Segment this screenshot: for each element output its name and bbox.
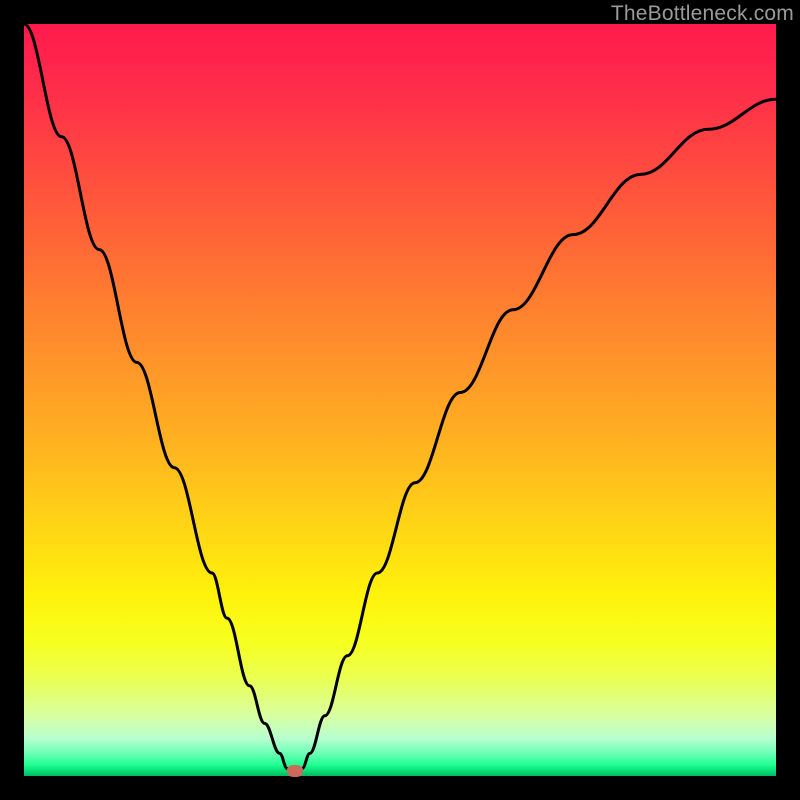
optimal-point-marker <box>287 765 303 777</box>
bottleneck-curve <box>24 24 776 776</box>
chart-frame <box>24 24 776 776</box>
watermark-text: TheBottleneck.com <box>611 2 794 26</box>
